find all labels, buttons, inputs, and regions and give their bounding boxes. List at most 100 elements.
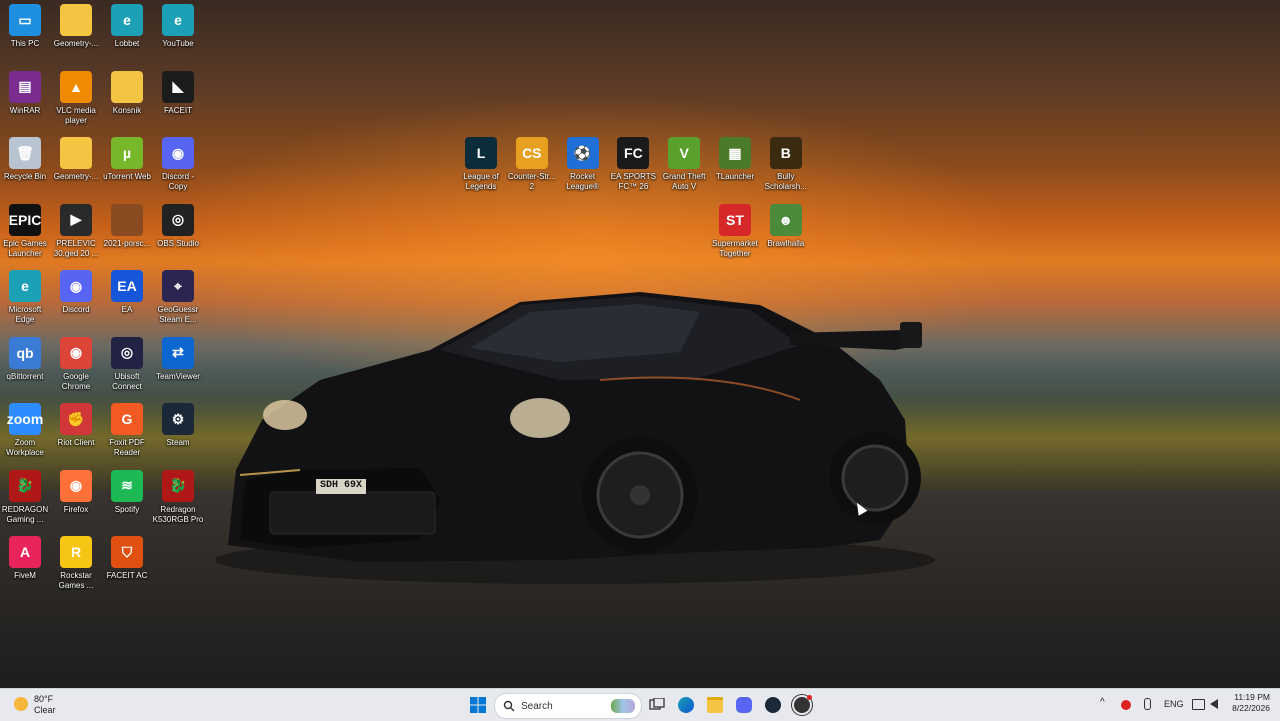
desktop-shortcut[interactable]: CS Counter-Str... 2 [507, 133, 557, 199]
tray-app-icon[interactable] [1121, 700, 1131, 710]
desktop-shortcut[interactable]: V Grand Theft Auto V [659, 133, 709, 199]
desktop-shortcut-label: GeoGuessr Steam E... [157, 305, 199, 324]
vlc-icon: ▲ [60, 70, 92, 103]
taskbar-discord-button[interactable] [734, 695, 754, 715]
desktop-shortcut[interactable]: ◉ Discord - Copy [153, 133, 203, 199]
desktop-shortcut-label: FACEIT [163, 105, 192, 115]
desktop-shortcut[interactable]: Geometry-... [51, 0, 101, 66]
rockstar-icon: R [60, 536, 92, 568]
desktop-shortcut[interactable]: ▭ This PC [0, 0, 50, 66]
windows-logo-icon [470, 697, 486, 713]
desktop-shortcut[interactable]: ◣ FACEIT [153, 67, 203, 133]
taskbar-steam-button[interactable] [763, 695, 783, 715]
desktop-shortcut[interactable]: ⚙ Steam [153, 399, 203, 465]
bully-icon: B [769, 137, 802, 169]
desktop-shortcut[interactable]: EPIC Epic Games Launcher [0, 200, 50, 266]
network-icon[interactable] [1192, 699, 1205, 710]
brawlhalla-icon: ☻ [769, 204, 802, 236]
taskbar-search-box[interactable]: Search [494, 693, 642, 719]
desktop-shortcut[interactable]: e YouTube [153, 0, 203, 66]
desktop-shortcut[interactable]: ▤ WinRAR [0, 67, 50, 133]
desktop-shortcut[interactable]: ⇄ TeamViewer [153, 333, 203, 399]
desktop-shortcut[interactable]: ▶ PRELEVIC 30.ged 20 ... [51, 200, 101, 266]
desktop-shortcut[interactable]: 🐉 REDRAGON Gaming ... [0, 466, 50, 532]
desktop-shortcut[interactable]: A FiveM [0, 532, 50, 598]
riot-icon: ✊ [60, 403, 92, 435]
volume-icon[interactable] [1210, 699, 1218, 709]
desktop-shortcut[interactable]: Geometry-... [51, 133, 101, 199]
desktop-shortcut[interactable]: ⚽ Rocket League® [558, 133, 608, 199]
desktop-shortcut-label: Microsoft Edge [8, 305, 42, 324]
utorrent-icon: µ [111, 137, 143, 169]
microphone-icon[interactable] [1144, 698, 1151, 710]
desktop-shortcut-label: Discord [62, 305, 90, 314]
desktop-shortcut[interactable]: ✊ Riot Client [51, 399, 101, 465]
desktop-shortcut[interactable]: R Rockstar Games ... [51, 532, 101, 598]
desktop-shortcut[interactable]: 🐉 Redragon K530RGB Pro [153, 466, 203, 532]
folder-icon [111, 70, 143, 103]
image-file-icon [111, 203, 143, 236]
desktop-shortcut[interactable]: EA EA [102, 266, 152, 332]
desktop-shortcut-label: qBittorrent [6, 371, 44, 381]
discord-icon [736, 697, 752, 713]
weather-moon-icon [14, 697, 28, 711]
folder-icon [60, 4, 92, 36]
desktop-shortcut[interactable]: 2021-porsc... [102, 200, 152, 266]
taskbar-obs-button[interactable] [792, 695, 812, 715]
desktop-shortcut[interactable]: e Microsoft Edge [0, 266, 50, 332]
desktop-shortcut[interactable]: G Foxit PDF Reader [102, 399, 152, 465]
supermarket-together-icon: ST [719, 204, 751, 236]
recycle-bin-icon: 🗑 [9, 137, 41, 169]
desktop-shortcut[interactable]: qb qBittorrent [0, 333, 50, 399]
obs-icon: ◎ [162, 203, 194, 236]
desktop-shortcut-label: TLauncher [715, 172, 755, 181]
desktop-shortcut[interactable]: ▦ TLauncher [710, 133, 760, 199]
desktop-shortcut-label: Firefox [63, 504, 89, 514]
spotify-icon: ≋ [111, 469, 143, 502]
desktop-shortcut-label: Steam [166, 438, 190, 447]
desktop-shortcut-label: Epic Games Launcher [3, 238, 47, 258]
desktop-shortcut[interactable]: ≋ Spotify [102, 466, 152, 532]
recording-indicator [807, 695, 812, 700]
desktop-shortcut[interactable]: ST Supermarket Together [710, 200, 760, 266]
search-placeholder: Search [521, 700, 553, 712]
desktop-shortcut[interactable]: 🗑 Recycle Bin [0, 133, 50, 199]
desktop-shortcut[interactable]: FC EA SPORTS FC™ 26 [608, 133, 658, 199]
taskbar-file-explorer-button[interactable] [705, 695, 725, 715]
desktop-shortcut-label: Discord - Copy [161, 172, 194, 191]
desktop-shortcut[interactable]: ▲ VLC media player [51, 67, 101, 133]
desktop-shortcut[interactable]: zoom Zoom Workplace [0, 399, 50, 465]
show-hidden-icons-button[interactable]: ^ [1100, 697, 1105, 708]
weather-widget[interactable]: 80°F Clear [10, 692, 70, 718]
desktop-shortcut-label: OBS Studio [157, 238, 199, 248]
desktop-shortcut[interactable]: L League of Legends [456, 133, 506, 199]
desktop-shortcut[interactable]: ⌖ GeoGuessr Steam E... [153, 266, 203, 332]
desktop-shortcut[interactable]: ◉ Firefox [51, 466, 101, 532]
ea-icon: EA [111, 270, 143, 302]
desktop-shortcut[interactable]: ◎ OBS Studio [153, 200, 203, 266]
start-button[interactable] [468, 695, 488, 715]
redragon-icon: 🐉 [9, 469, 41, 502]
clock[interactable]: 11:19 PM 8/22/2026 [1226, 692, 1270, 714]
desktop-shortcut-label: FiveM [14, 571, 36, 580]
desktop-shortcut-label: Google Chrome [61, 371, 91, 391]
desktop-shortcut[interactable]: ◎ Ubisoft Connect [102, 333, 152, 399]
input-language[interactable]: ENG [1164, 699, 1184, 709]
clock-time: 11:19 PM [1234, 692, 1270, 702]
desktop-shortcut[interactable]: ☻ Brawlhalla [761, 200, 811, 266]
desktop-shortcut-label: Lobbet [114, 39, 140, 48]
task-view-button[interactable] [647, 695, 667, 715]
desktop-shortcut[interactable]: e Lobbet [102, 0, 152, 66]
desktop-shortcut[interactable]: ◉ Google Chrome [51, 333, 101, 399]
search-icon [503, 700, 515, 712]
taskbar-edge-button[interactable] [676, 695, 696, 715]
desktop-shortcut[interactable]: Konsnik [102, 67, 152, 133]
desktop-shortcut-label: Redragon K530RGB Pro [152, 504, 204, 524]
desktop-shortcut-label: VLC media player [56, 105, 96, 125]
desktop-shortcut[interactable]: ◉ Discord [51, 266, 101, 332]
desktop-shortcut-label: Rocket League® [566, 172, 599, 191]
desktop-shortcut[interactable]: µ uTorrent Web [102, 133, 152, 199]
desktop[interactable]: SDH 69X ▭ This PC Geometry-... e Lobbet e YouT… [0, 0, 1280, 688]
desktop-shortcut[interactable]: B Bully Scholarsh... [761, 133, 811, 199]
desktop-shortcut[interactable]: ⛉ FACEIT AC [102, 532, 152, 598]
